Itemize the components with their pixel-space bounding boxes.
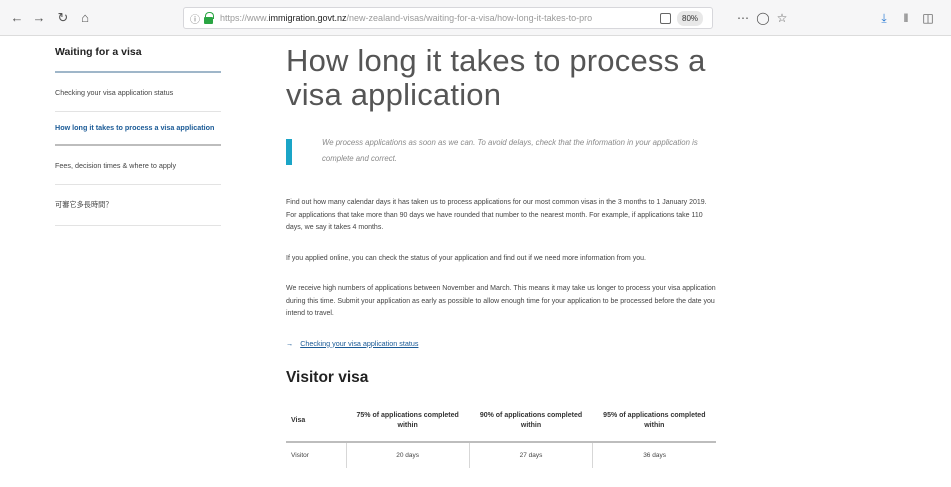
url-prefix: https://www. <box>220 13 269 23</box>
table-cell-75: 20 days <box>346 441 470 468</box>
main-content: How long it takes to process a visa appl… <box>286 44 716 468</box>
table-cell-visa: Visitor <box>286 441 347 468</box>
download-icon[interactable]: ⤓ <box>876 9 892 27</box>
processing-times-table: Visa 75% of applications completed withi… <box>286 404 716 468</box>
lock-icon[interactable] <box>204 12 214 24</box>
pocket-icon[interactable]: ◯ <box>755 9 771 27</box>
reader-view-icon[interactable] <box>660 13 671 24</box>
arrow-left-icon[interactable]: ← <box>8 9 26 27</box>
sidebar-item-checking-status[interactable]: Checking your visa application status <box>55 73 221 112</box>
url-text[interactable]: https://www.immigration.govt.nz/new-zeal… <box>220 13 650 23</box>
paragraph-processing-times: Find out how many calendar days it has t… <box>286 199 707 231</box>
url-bar[interactable]: ⓘ https://www.immigration.govt.nz/new-ze… <box>183 7 713 29</box>
sidebar-icon[interactable]: ◫ <box>920 9 936 27</box>
more-icon[interactable]: ⋯ <box>735 9 751 27</box>
sidebar-title: Waiting for a visa <box>55 46 221 73</box>
reload-icon[interactable]: ↻ <box>54 9 72 27</box>
section-title-visitor-visa: Visitor visa <box>286 368 369 386</box>
arrow-right-icon: → <box>286 338 294 348</box>
table-header-95: 95% of applications completed within <box>592 404 716 443</box>
sidebar-item-how-long[interactable]: How long it takes to process a visa appl… <box>55 112 221 146</box>
url-path: /new-zealand-visas/waiting-for-a-visa/ho… <box>346 13 593 23</box>
table-cell-90: 27 days <box>469 441 594 468</box>
callout: We process applications as soon as we ca… <box>286 135 716 171</box>
table-header-row: Visa 75% of applications completed withi… <box>286 404 716 443</box>
check-status-link-row[interactable]: → Checking your visa application status <box>286 339 716 348</box>
table-cell-95: 36 days <box>643 451 666 459</box>
callout-accent-bar <box>286 139 292 165</box>
zoom-level[interactable]: 80% <box>677 11 704 26</box>
table-header-75: 75% of applications completed within <box>346 404 470 443</box>
callout-text: We process applications as soon as we ca… <box>322 138 698 163</box>
paragraph-online-status: If you applied online, you can check the… <box>286 254 646 262</box>
table-header-90: 90% of applications completed within <box>469 404 593 443</box>
info-icon[interactable]: ⓘ <box>190 11 200 26</box>
star-icon[interactable]: ☆ <box>774 9 790 27</box>
sidebar-item-chinese[interactable]: 可審它多長時間？ <box>55 185 221 226</box>
page-title: How long it takes to process a visa appl… <box>286 43 706 112</box>
home-icon[interactable]: ⌂ <box>76 9 94 27</box>
table-header-visa: Visa <box>286 404 346 443</box>
table-row: Visitor 20 days 27 days 36 days <box>286 441 716 468</box>
arrow-right-icon[interactable]: → <box>30 9 48 27</box>
library-icon[interactable]: ‖ <box>898 9 914 27</box>
url-domain: immigration.govt.nz <box>268 13 347 23</box>
browser-toolbar: ← → ↻ ⌂ ⓘ https://www.immigration.govt.n… <box>0 0 951 36</box>
sidebar-item-fees[interactable]: Fees, decision times & where to apply <box>55 146 221 185</box>
paragraph-peak-season: We receive high numbers of applications … <box>286 285 716 317</box>
sidebar-nav: Waiting for a visa Checking your visa ap… <box>55 46 221 226</box>
check-status-link[interactable]: Checking your visa application status <box>300 339 418 348</box>
